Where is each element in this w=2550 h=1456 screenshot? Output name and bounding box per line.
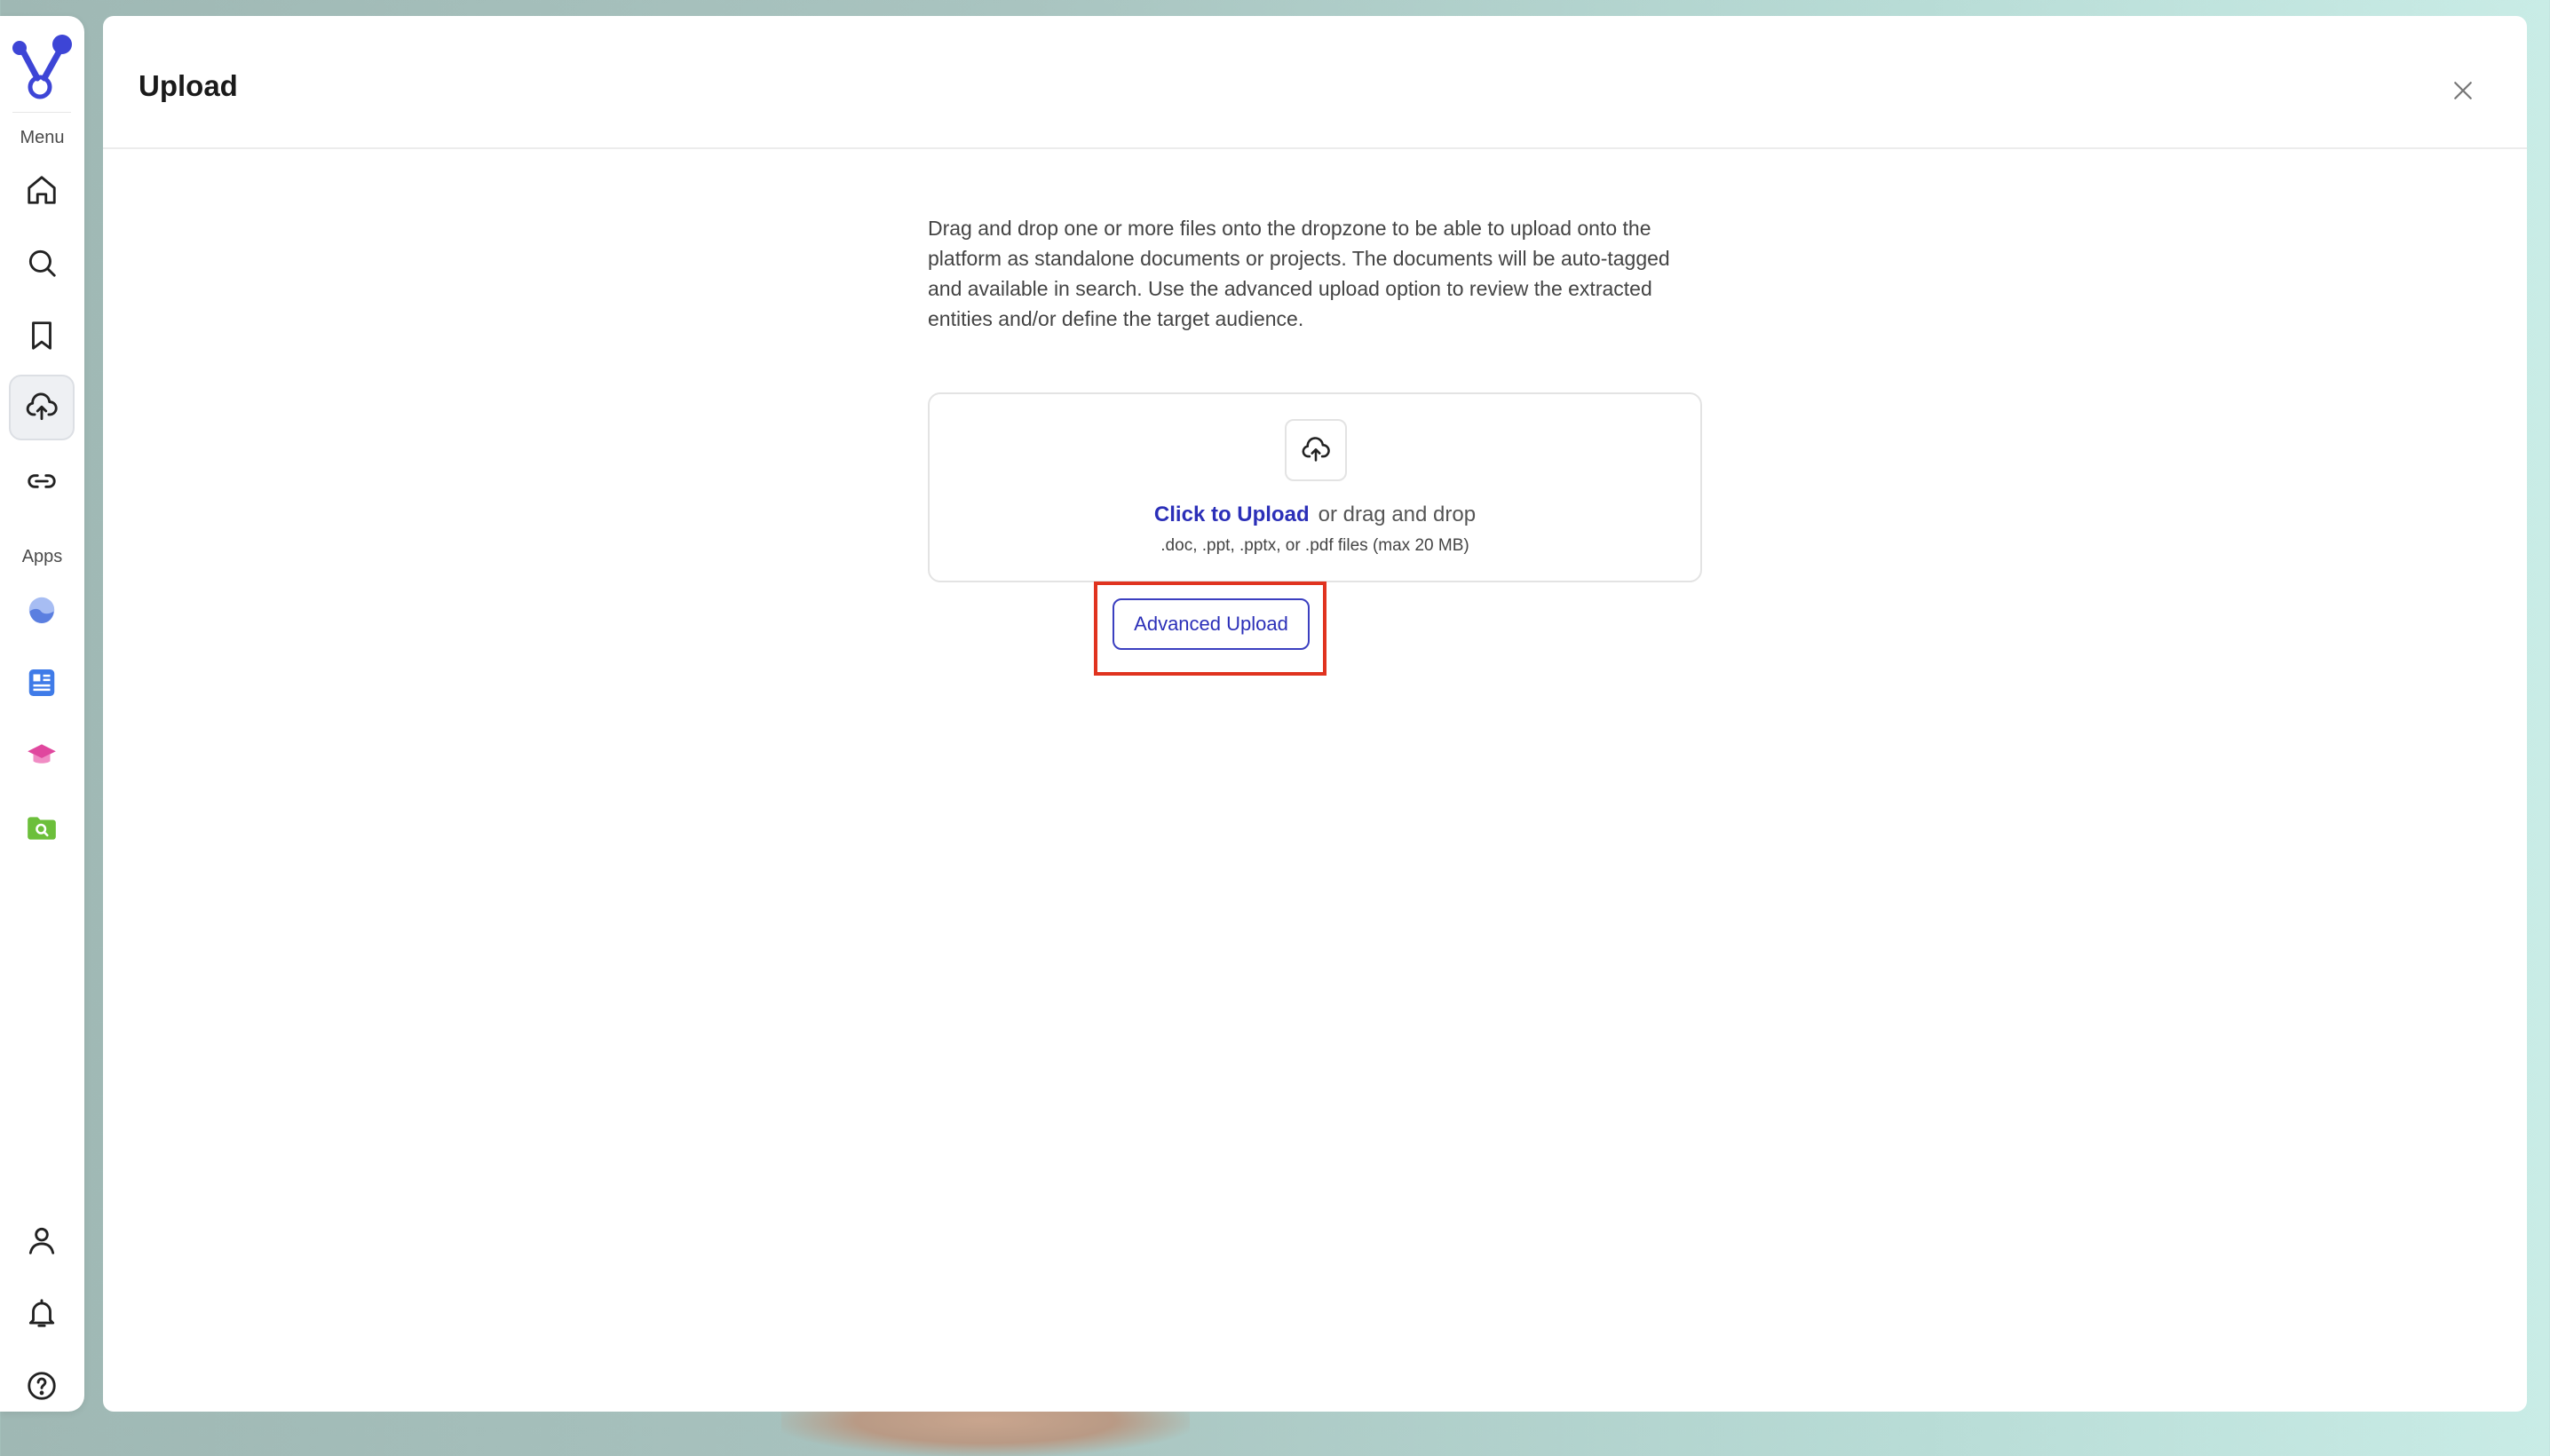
bell-icon (28, 1299, 55, 1327)
close-button[interactable] (2443, 71, 2483, 110)
advanced-upload-button[interactable]: Advanced Upload (1113, 598, 1310, 650)
upload-dropzone[interactable]: Click to Upload or drag and drop .doc, .p… (928, 392, 1702, 582)
click-to-upload-link[interactable]: Click to Upload (1154, 502, 1310, 526)
apps-label: Apps (21, 547, 63, 566)
sidebar-item-help[interactable] (9, 1353, 75, 1419)
sidebar-item-notifications[interactable] (9, 1280, 75, 1346)
upload-description: Drag and drop one or more files onto the… (928, 217, 1670, 330)
cloud-upload-icon (26, 392, 58, 421)
close-icon (2454, 82, 2472, 99)
upload-panel: Upload Drag and drop one or more files o… (103, 16, 2527, 1412)
bookmark-icon (32, 321, 51, 350)
sidebar-app-4[interactable] (9, 795, 75, 861)
page-title: Upload (139, 69, 238, 102)
sidebar-item-search[interactable] (9, 230, 75, 296)
cloud-upload-icon (1302, 437, 1330, 462)
panel-header: Upload (103, 16, 2527, 149)
file-type-hint: .doc, .ppt, .pptx, or .pdf files (max 20… (1160, 536, 1469, 555)
help-icon (28, 1372, 56, 1400)
sidebar-item-bookmarks[interactable] (9, 303, 75, 368)
document-list-app-icon (28, 669, 55, 697)
sidebar-item-links[interactable] (9, 448, 75, 514)
graduation-cap-app-icon (28, 744, 56, 764)
crescent-app-icon (28, 597, 55, 624)
sidebar-item-profile[interactable] (9, 1207, 75, 1273)
link-icon (28, 474, 56, 488)
sidebar: Menu Apps (0, 16, 84, 1412)
sidebar-item-home[interactable] (9, 157, 75, 223)
folder-search-app-icon (28, 817, 56, 840)
home-icon (28, 176, 56, 204)
dropzone-prompt: Click to Upload or drag and drop (930, 502, 1700, 527)
sidebar-app-2[interactable] (9, 650, 75, 716)
sidebar-app-3[interactable] (9, 723, 75, 788)
sidebar-divider (12, 112, 71, 113)
user-icon (28, 1227, 55, 1254)
drag-and-drop-text: or drag and drop (1318, 502, 1477, 526)
sidebar-item-upload[interactable] (9, 375, 75, 440)
logo-icon[interactable] (11, 28, 73, 103)
dropzone-icon-box (1285, 419, 1347, 481)
sidebar-app-1[interactable] (9, 577, 75, 643)
search-icon (28, 249, 56, 277)
menu-label: Menu (20, 128, 65, 147)
